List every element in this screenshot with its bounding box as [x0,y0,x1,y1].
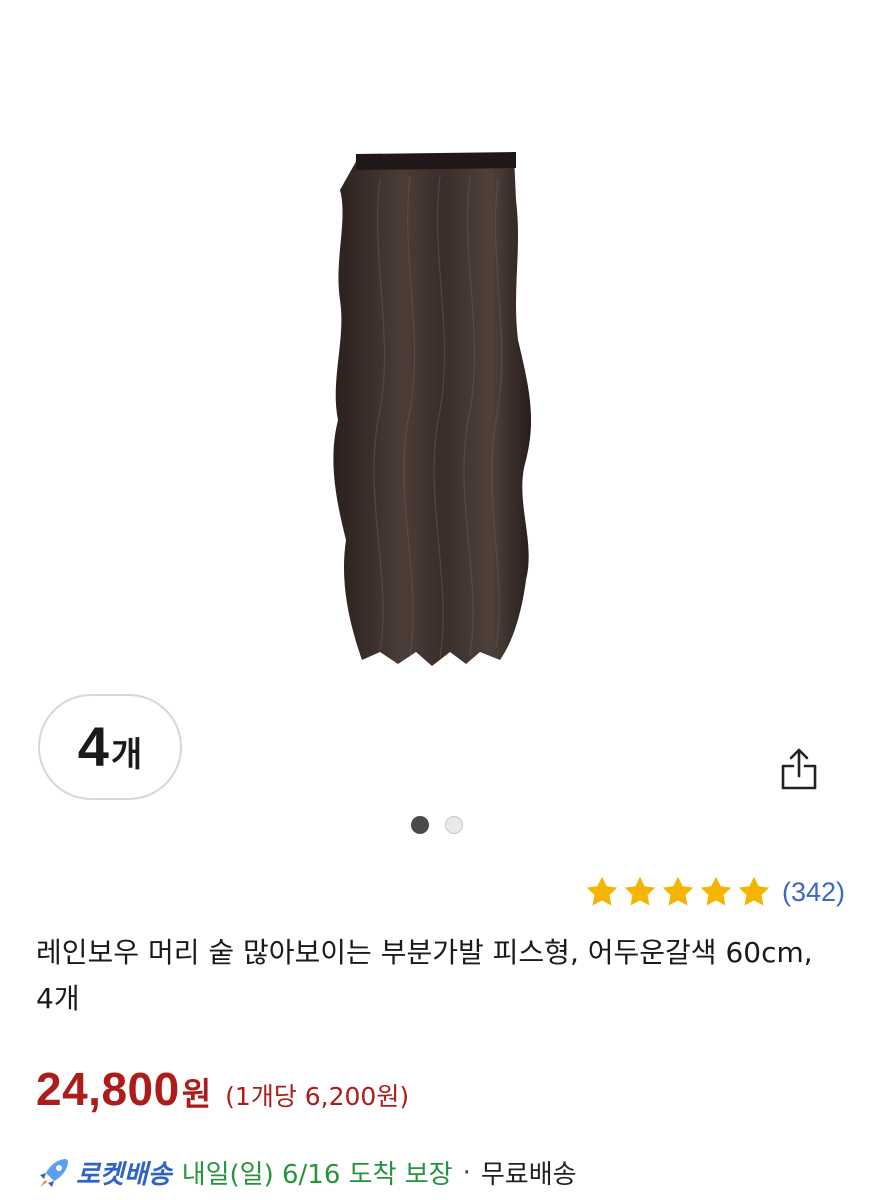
carousel-dot-1[interactable] [410,816,429,834]
rocket-icon [40,1158,68,1187]
arrival-guarantee: 내일(일) 6/16 도착 보장 [181,1160,453,1190]
separator: · [462,1157,471,1188]
quantity-badge: 4 개 [38,694,182,800]
star-icon [700,876,732,906]
share-icon [781,748,817,790]
carousel-dots [0,816,873,834]
star-icon [586,876,618,906]
hair-extension-image [333,152,532,666]
rocket-delivery-label: 로켓배송 [76,1160,172,1190]
quantity-unit: 개 [110,734,143,775]
delivery-info: 로켓배송 내일(일) 6/16 도착 보장 · 무료배송 [36,1154,577,1191]
star-icon [738,876,770,906]
share-button[interactable] [775,746,823,794]
unit-price: (1개당 6,200원) [225,1082,410,1111]
product-title: 레인보우 머리 숱 많아보이는 부분가발 피스형, 어두운갈색 60cm, 4개 [36,936,813,1015]
rating-stars [584,874,772,910]
free-shipping: 무료배송 [480,1160,577,1190]
product-image-area[interactable] [0,0,873,690]
star-icon [662,876,694,906]
star-icon [624,876,656,906]
price-row: 24,800 원 (1개당 6,200원) [36,1062,409,1116]
carousel-dot-2[interactable] [444,816,463,834]
review-count[interactable]: (342) [782,877,845,908]
rating[interactable]: (342) [584,874,845,910]
price-amount: 24,800 [36,1063,180,1115]
price-currency: 원 [181,1075,212,1113]
quantity-number: 4 [77,715,109,778]
